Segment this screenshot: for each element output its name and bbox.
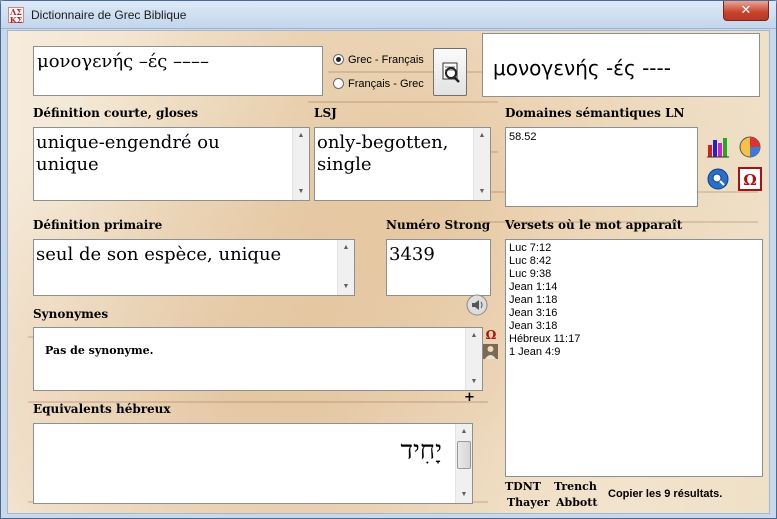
primary-definition-field[interactable]: seul de son espèce, unique ▲ ▼ (33, 239, 355, 296)
scroll-up-icon[interactable]: ▲ (474, 128, 490, 144)
radio-french-greek-label: Français - Grec (348, 78, 424, 90)
verse-item[interactable]: Jean 1:14 (509, 281, 580, 294)
hebrew-equivalents-label: Equivalents hébreux (33, 402, 171, 416)
app-logo-icon: ΛΣ ΚΣ (8, 7, 24, 25)
lsj-label: LSJ (314, 106, 337, 120)
lsj-scrollbar[interactable]: ▲ ▼ (473, 128, 490, 200)
hebrew-scrollbar[interactable]: ▲ ▼ (455, 424, 472, 503)
scroll-down-icon[interactable]: ▼ (338, 279, 354, 295)
verse-item[interactable]: Hébreux 11:17 (509, 333, 580, 346)
person-icon[interactable] (483, 344, 498, 359)
verse-item[interactable]: Luc 9:38 (509, 268, 580, 281)
synonyms-scrollbar[interactable]: ▲ ▼ (465, 328, 482, 390)
thayer-link[interactable]: Thayer (507, 496, 550, 509)
synonyms-label: Synonymes (33, 307, 109, 321)
lsj-text: only-begotten, single (317, 132, 449, 175)
synonyms-field[interactable]: Pas de synonyme. ▲ ▼ (33, 327, 483, 391)
synonyms-text: Pas de synonyme. (45, 344, 154, 357)
primary-definition-text: seul de son espèce, unique (36, 244, 282, 265)
search-input[interactable]: μονογενής –ές –––– (33, 46, 323, 96)
title-bar[interactable]: ΛΣ ΚΣ Dictionnaire de Grec Biblique ✕ (1, 1, 776, 29)
scroll-thumb[interactable] (457, 441, 471, 469)
search-icon (442, 62, 460, 83)
word-display-text: μονογενής -ές ---- (493, 56, 671, 80)
word-display: μονογενής -ές ---- (482, 33, 760, 97)
abbott-link[interactable]: Abbott (556, 496, 597, 509)
short-definition-field[interactable]: unique-engendré ou unique ▲ ▼ (33, 127, 310, 201)
copy-results-link[interactable]: Copier les 9 résultats. (608, 488, 722, 501)
omega-small-icon[interactable]: Ω (484, 328, 498, 342)
radio-french-greek[interactable]: Français - Grec (333, 78, 424, 90)
svg-text:Ω: Ω (743, 171, 756, 189)
strong-number-text: 3439 (389, 244, 435, 265)
hebrew-equivalents-field[interactable]: יָחִיד ▲ ▼ (33, 423, 473, 504)
search-query-text: μονογενής –ές –––– (37, 51, 210, 72)
scroll-up-icon[interactable]: ▲ (293, 128, 309, 144)
verse-item[interactable]: Jean 3:18 (509, 320, 580, 333)
verse-item[interactable]: Luc 7:12 (509, 242, 580, 255)
tdnt-link[interactable]: TDNT (505, 480, 541, 493)
scroll-down-icon[interactable]: ▼ (293, 184, 309, 200)
verses-label: Versets où le mot apparaît (505, 218, 683, 232)
hebrew-equivalents-text: יָחִיד (400, 436, 442, 466)
short-definition-scrollbar[interactable]: ▲ ▼ (292, 128, 309, 200)
short-definition-label: Définition courte, gloses (33, 106, 199, 120)
semantic-domains-label: Domaines sémantiques LN (505, 106, 685, 120)
radio-greek-french[interactable]: Grec - Français (333, 54, 424, 66)
semantic-domains-text: 58.52 (509, 131, 537, 143)
radio-unselected-icon (333, 78, 344, 89)
main-panel: μονογενής –ές –––– Grec - Français Franç… (7, 30, 770, 514)
radio-selected-icon (333, 54, 344, 65)
semantic-domains-field[interactable]: 58.52 (505, 127, 698, 207)
scroll-up-icon[interactable]: ▲ (338, 240, 354, 256)
scroll-down-icon[interactable]: ▼ (474, 184, 490, 200)
bar-chart-icon[interactable] (706, 135, 730, 159)
trench-link[interactable]: Trench (554, 480, 597, 493)
speaker-icon[interactable] (466, 294, 488, 316)
scroll-up-icon[interactable]: ▲ (466, 328, 482, 344)
verse-item[interactable]: 1 Jean 4:9 (509, 346, 580, 359)
omega-icon[interactable]: Ω (738, 167, 762, 191)
radio-greek-french-label: Grec - Français (348, 54, 424, 66)
verse-item[interactable]: Jean 1:18 (509, 294, 580, 307)
strong-number-label: Numéro Strong (386, 218, 491, 232)
scroll-down-icon[interactable]: ▼ (466, 374, 482, 390)
primary-definition-scrollbar[interactable]: ▲ ▼ (337, 240, 354, 295)
primary-definition-label: Définition primaire (33, 218, 163, 232)
pie-chart-icon[interactable] (738, 135, 762, 159)
scroll-down-icon[interactable]: ▼ (456, 487, 472, 503)
verses-list[interactable]: Luc 7:12 Luc 8:42 Luc 9:38 Jean 1:14 Jea… (505, 239, 763, 477)
globe-search-icon[interactable] (706, 167, 730, 191)
verse-item[interactable]: Luc 8:42 (509, 255, 580, 268)
scroll-up-icon[interactable]: ▲ (456, 424, 472, 440)
app-window: ΛΣ ΚΣ Dictionnaire de Grec Biblique ✕ μον… (0, 0, 777, 519)
close-button[interactable]: ✕ (723, 1, 769, 21)
verses-items: Luc 7:12 Luc 8:42 Luc 9:38 Jean 1:14 Jea… (509, 242, 580, 359)
window-title: Dictionnaire de Grec Biblique (31, 8, 187, 22)
strong-number-field[interactable]: 3439 (386, 239, 491, 296)
add-hebrew-button[interactable]: + (464, 391, 475, 405)
short-definition-text: unique-engendré ou unique (36, 132, 220, 175)
search-button[interactable] (433, 48, 467, 96)
verse-item[interactable]: Jean 3:16 (509, 307, 580, 320)
lsj-field[interactable]: only-begotten, single ▲ ▼ (314, 127, 491, 201)
